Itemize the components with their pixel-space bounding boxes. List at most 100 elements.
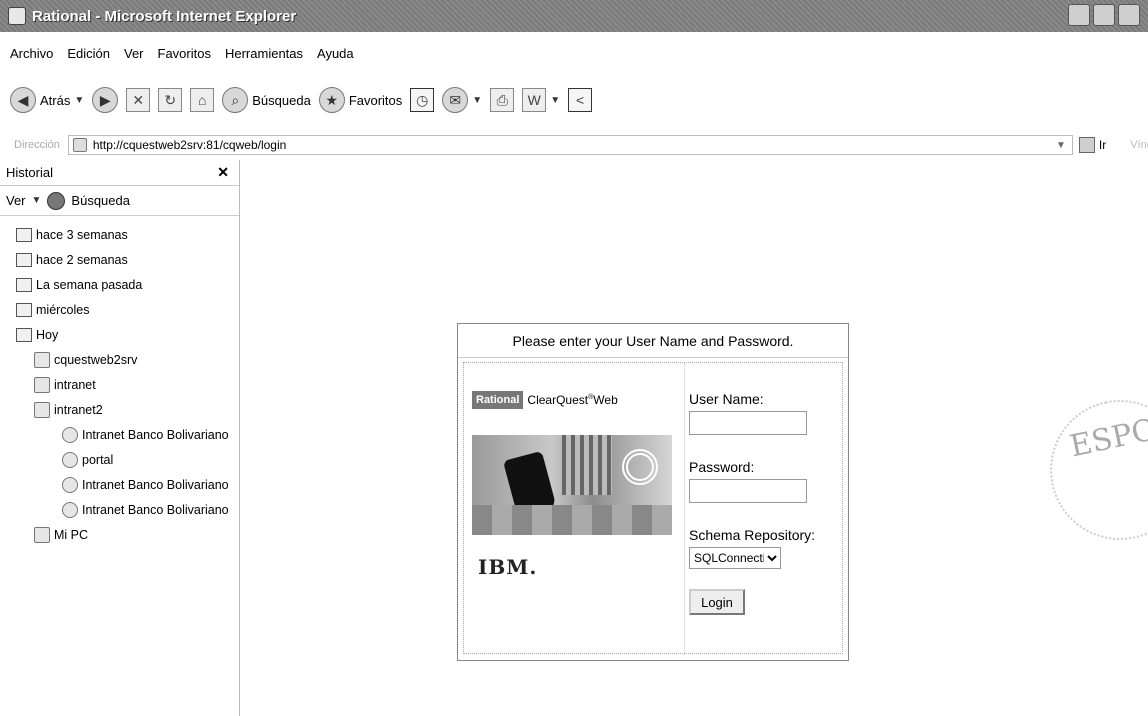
maximize-button[interactable] (1093, 4, 1115, 26)
history-item-label: Intranet Banco Bolivariano (82, 502, 229, 517)
history-item[interactable]: Intranet Banco Bolivariano (0, 497, 239, 522)
history-item-label: La semana pasada (36, 277, 143, 292)
history-item[interactable]: Intranet Banco Bolivariano (0, 422, 239, 447)
bars-graphic (562, 435, 612, 495)
history-item[interactable]: Intranet Banco Bolivariano (0, 472, 239, 497)
ie-page-icon (62, 501, 78, 518)
espol-stamp: ESPO (1036, 386, 1148, 554)
menu-favoritos[interactable]: Favoritos (158, 46, 211, 61)
menu-edicion[interactable]: Edición (67, 46, 110, 61)
window-controls (1068, 4, 1140, 26)
schema-select[interactable]: SQLConnection (689, 547, 781, 569)
home-button[interactable]: ⌂ (190, 88, 215, 112)
history-item-label: portal (82, 452, 114, 467)
star-icon: ★ (318, 87, 345, 113)
edit-button[interactable]: W ▼ (522, 88, 560, 112)
back-button[interactable]: ◀ Atrás ▼ (10, 87, 84, 113)
history-item-label: hace 2 semanas (36, 252, 128, 267)
history-item-label: Intranet Banco Bolivariano (82, 427, 229, 442)
history-item[interactable]: intranet (0, 372, 239, 397)
globe-search-icon (47, 191, 66, 210)
chevron-down-icon: ▼ (74, 94, 85, 106)
history-item[interactable]: hace 3 semanas (0, 222, 239, 247)
tile-graphic (472, 505, 672, 535)
messenger-button[interactable]: < (568, 88, 593, 112)
history-item[interactable]: intranet2 (0, 397, 239, 422)
minimize-button[interactable] (1068, 4, 1090, 26)
history-item[interactable]: cquestweb2srv (0, 347, 239, 372)
history-item[interactable]: portal (0, 447, 239, 472)
back-label: Atrás (40, 92, 71, 108)
search-label: Búsqueda (252, 92, 311, 108)
schema-label: Schema Repository: (689, 527, 816, 543)
menu-herramientas[interactable]: Herramientas (225, 46, 303, 61)
history-item-label: miércoles (36, 302, 90, 317)
chevron-down-icon: ▼ (550, 94, 561, 106)
history-view-bar: Ver ▼ Búsqueda (0, 186, 239, 216)
history-button[interactable]: ◷ (410, 88, 435, 112)
calendar-folder-icon (16, 252, 32, 267)
password-input[interactable] (689, 479, 807, 503)
username-input[interactable] (689, 411, 807, 435)
page-icon (72, 138, 87, 152)
history-item[interactable]: hace 2 semanas (0, 247, 239, 272)
folder-icon (34, 376, 50, 393)
calendar-folder-icon (16, 227, 32, 242)
address-url: http://cquestweb2srv:81/cqweb/login (92, 138, 287, 152)
back-arrow-icon: ◀ (10, 87, 36, 113)
ie-page-icon (62, 426, 78, 443)
toolbar: ◀ Atrás ▼ ▶ ✕ ↻ ⌂ ⌕ Búsqueda ★ Favoritos… (10, 82, 593, 118)
menu-ayuda[interactable]: Ayuda (317, 46, 354, 61)
calendar-folder-icon (16, 277, 32, 292)
refresh-button[interactable]: ↻ (158, 88, 183, 112)
history-panel: Historial ✕ Ver ▼ Búsqueda hace 3 semana… (0, 160, 240, 716)
history-item[interactable]: miércoles (0, 297, 239, 322)
login-panel: Rational ClearQuest®Web IBM. User Name: … (463, 362, 844, 655)
history-search-button[interactable]: Búsqueda (71, 193, 130, 208)
clearquest-logo: Rational ClearQuest®Web (472, 391, 618, 409)
swirl-graphic (622, 449, 658, 485)
stop-button[interactable]: ✕ (126, 88, 151, 112)
computer-icon (34, 526, 50, 543)
history-header: Historial ✕ (0, 160, 239, 186)
address-input[interactable]: http://cquestweb2srv:81/cqweb/login ▼ (67, 135, 1073, 155)
close-button[interactable] (1118, 4, 1140, 26)
history-item[interactable]: Hoy (0, 322, 239, 347)
view-dropdown[interactable]: Ver (6, 193, 26, 208)
search-button[interactable]: ⌕ Búsqueda (222, 87, 311, 113)
window-title: Rational - Microsoft Internet Explorer (32, 7, 297, 25)
menu-ver[interactable]: Ver (124, 46, 144, 61)
history-item-label: intranet (54, 377, 96, 392)
go-label: Ir (1098, 138, 1107, 152)
print-button[interactable]: ⎙ (490, 88, 515, 112)
mail-button[interactable]: ✉ ▼ (442, 87, 482, 113)
favorites-button[interactable]: ★ Favoritos (318, 87, 403, 113)
address-bar: Dirección http://cquestweb2srv:81/cqweb/… (0, 134, 1148, 156)
mail-icon: ✉ (442, 87, 469, 113)
brand-product: ClearQuest (527, 393, 589, 407)
favorites-label: Favoritos (348, 92, 403, 108)
history-item-label: Hoy (36, 327, 59, 342)
login-form: User Name: Password: Schema Repository: … (684, 363, 844, 655)
history-item[interactable]: Mi PC (0, 522, 239, 547)
username-label: User Name: (689, 391, 764, 407)
ie-page-icon (62, 476, 78, 493)
history-item[interactable]: La semana pasada (0, 272, 239, 297)
menu-archivo[interactable]: Archivo (10, 46, 53, 61)
links-label[interactable]: Vínculos (1130, 139, 1148, 151)
history-item-label: hace 3 semanas (36, 227, 128, 242)
forward-button[interactable]: ▶ (92, 87, 119, 113)
menu-bar: Archivo Edición Ver Favoritos Herramient… (0, 42, 354, 64)
history-item-label: Intranet Banco Bolivariano (82, 477, 229, 492)
ie-icon (8, 7, 26, 25)
login-button[interactable]: Login (689, 589, 745, 615)
login-dialog: Please enter your User Name and Password… (457, 323, 849, 661)
go-button[interactable]: Ir (1078, 137, 1107, 153)
ibm-logo: IBM. (478, 555, 538, 579)
calendar-folder-icon (16, 302, 32, 317)
ie-page-icon (62, 451, 78, 468)
address-label: Dirección (14, 139, 60, 151)
chevron-down-icon[interactable]: ▼ (1056, 140, 1066, 151)
close-icon[interactable]: ✕ (217, 164, 229, 181)
chevron-down-icon[interactable]: ▼ (32, 195, 42, 206)
